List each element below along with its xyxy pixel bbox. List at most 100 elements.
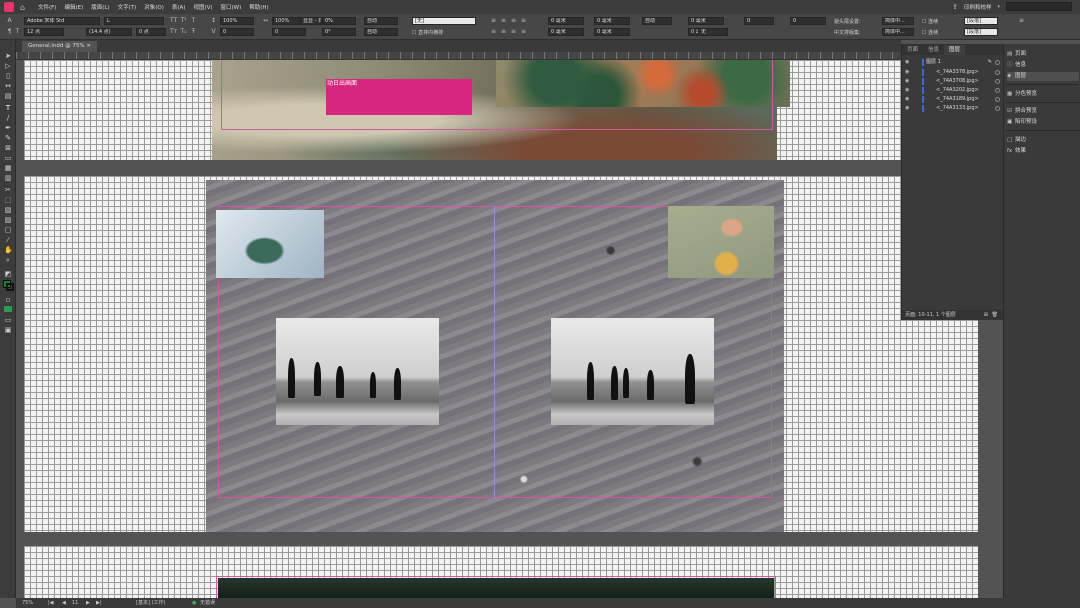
first-line-indent-field[interactable]: 0 毫米: [548, 28, 584, 36]
menu-view[interactable]: 视图(V): [193, 3, 212, 11]
last-line-indent-field[interactable]: 0 毫米: [594, 28, 630, 36]
content-collector-icon[interactable]: ▤: [4, 92, 12, 100]
paragraph-style-select-2[interactable]: [段落]: [964, 28, 998, 36]
grid-tool-icon[interactable]: ▦: [4, 164, 12, 172]
visibility-eye-icon[interactable]: ◉: [905, 58, 911, 67]
document-tab[interactable]: General.indd @ 75% ×: [22, 41, 97, 52]
page-number-field[interactable]: 11: [72, 598, 78, 608]
stock-search-input[interactable]: [1006, 2, 1072, 11]
frame-grid-tool-icon[interactable]: ▥: [4, 174, 12, 182]
note-tool-icon[interactable]: ▢: [4, 226, 12, 234]
character-mode-icon[interactable]: A: [6, 17, 13, 24]
kinsoku-select[interactable]: 简体中...: [882, 17, 914, 25]
kerning-field[interactable]: 0: [220, 28, 254, 36]
small-caps-icon[interactable]: Tᴛ: [170, 28, 177, 35]
stroke-swatch[interactable]: [6, 283, 14, 291]
menu-file[interactable]: 文件(F): [38, 3, 56, 11]
superscript-icon[interactable]: T¹: [180, 17, 187, 24]
gradient-feather-tool-icon[interactable]: ▨: [4, 216, 12, 224]
dock-item-effects[interactable]: fx 效果: [1007, 147, 1079, 156]
type-tool-icon[interactable]: T: [4, 104, 12, 112]
foot-photo[interactable]: [668, 206, 774, 278]
justify-last-icon[interactable]: ≡: [520, 28, 527, 35]
visibility-eye-icon[interactable]: ◉: [905, 77, 911, 86]
free-transform-tool-icon[interactable]: ⬚: [4, 196, 12, 204]
zoom-tool-icon[interactable]: ⌕: [4, 256, 12, 264]
normal-view-icon[interactable]: ▭: [4, 316, 12, 324]
indesign-logo-icon[interactable]: [4, 2, 14, 12]
visibility-eye-icon[interactable]: ◉: [905, 104, 911, 113]
menu-help[interactable]: 帮助(H): [249, 3, 268, 11]
aki-after-select[interactable]: 自动: [364, 28, 398, 36]
line-tool-icon[interactable]: /: [4, 114, 12, 122]
gradient-swatch-tool-icon[interactable]: ▧: [4, 206, 12, 214]
group-jump-photo-right[interactable]: [551, 318, 714, 425]
dock-item-pages[interactable]: ▤ 页面: [1007, 50, 1079, 59]
direct-selection-tool-icon[interactable]: ▷: [4, 62, 12, 70]
space-before-field[interactable]: 自动: [642, 17, 672, 25]
character-style-select[interactable]: [无]: [412, 17, 476, 25]
item-target-icon[interactable]: [995, 70, 1000, 75]
selected-text-frame[interactable]: 动日出画面: [326, 79, 472, 115]
formatting-affects-container-icon[interactable]: ▫: [4, 296, 12, 304]
left-indent-field[interactable]: 0 毫米: [548, 17, 584, 25]
layer-item-row[interactable]: ◉ <_74A3202.jpg>: [902, 86, 1004, 95]
eyedropper-tool-icon[interactable]: ⁄: [4, 236, 12, 244]
screen-mode-icon[interactable]: ▣: [4, 326, 12, 334]
dock-item-separations[interactable]: ▦ 分色预览: [1007, 90, 1079, 99]
pen-tool-icon[interactable]: ✒: [4, 124, 12, 132]
tab-pages[interactable]: 页面: [902, 45, 923, 55]
group-jump-photo-left[interactable]: [276, 318, 439, 425]
item-target-icon[interactable]: [995, 106, 1000, 111]
menu-table[interactable]: 表(A): [172, 3, 186, 11]
tate-chu-yoko-checkbox[interactable]: ☐ 直排内横排: [412, 29, 443, 36]
underline-icon[interactable]: T: [190, 17, 197, 24]
align-left-icon[interactable]: ≡: [490, 17, 497, 24]
preflight-status[interactable]: 无错误: [200, 598, 215, 608]
tab-layers[interactable]: 图层: [944, 45, 966, 55]
pencil-tool-icon[interactable]: ✎: [4, 134, 12, 142]
page-tool-icon[interactable]: ▯: [4, 72, 12, 80]
default-fill-stroke-icon[interactable]: ◩: [4, 270, 12, 278]
tab-info[interactable]: 信息: [923, 45, 944, 55]
all-caps-icon[interactable]: TT: [170, 17, 177, 24]
menu-object[interactable]: 对象(O): [144, 3, 164, 11]
first-page-icon[interactable]: |◀: [48, 598, 54, 608]
continuous-checkbox-1[interactable]: ☐ 连续: [922, 18, 938, 25]
dock-item-flattener[interactable]: ☑ 拼合预览: [1007, 107, 1079, 116]
skew-field[interactable]: 0°: [322, 28, 356, 36]
workspace-chevron-icon[interactable]: ▾: [997, 4, 1000, 10]
justify-icon[interactable]: ≡: [520, 17, 527, 24]
drop-cap-chars-field[interactable]: 0: [744, 17, 774, 25]
rectangle-frame-tool-icon[interactable]: ⊠: [4, 144, 12, 152]
gap-tool-icon[interactable]: ↔: [4, 82, 12, 90]
dock-item-info[interactable]: ⓘ 信息: [1007, 61, 1079, 70]
space-after-field[interactable]: 0 毫米: [688, 17, 724, 25]
rectangle-tool-icon[interactable]: ▭: [4, 154, 12, 162]
sandal-photo[interactable]: [216, 210, 324, 278]
item-target-icon[interactable]: [995, 79, 1000, 84]
align-towards-spine-icon[interactable]: ≡: [500, 28, 507, 35]
layer-target-icon[interactable]: [995, 60, 1000, 65]
continuous-checkbox-2[interactable]: ☐ 连续: [922, 29, 938, 36]
selection-tool-icon[interactable]: ➤: [4, 52, 12, 60]
drop-cap-lines-field[interactable]: 无: [698, 28, 728, 36]
item-target-icon[interactable]: [995, 97, 1000, 102]
strikethrough-icon[interactable]: Ŧ: [190, 28, 197, 35]
menu-type[interactable]: 文字(T): [118, 3, 137, 11]
share-icon[interactable]: ⇪: [952, 3, 958, 11]
font-style-select[interactable]: L: [104, 17, 164, 25]
align-center-icon[interactable]: ≡: [500, 17, 507, 24]
horizontal-ruler[interactable]: [16, 52, 901, 60]
dock-item-trap[interactable]: ▣ 陷印预设: [1007, 118, 1079, 127]
last-page-icon[interactable]: ▶|: [96, 598, 102, 608]
dock-item-stroke[interactable]: ▢ 描边: [1007, 136, 1079, 145]
baseline-grid-field[interactable]: 0: [790, 17, 826, 25]
apply-color-button[interactable]: [4, 306, 12, 312]
subscript-icon[interactable]: T₁: [180, 28, 187, 35]
align-away-spine-icon[interactable]: ≡: [510, 28, 517, 35]
vertical-scale-field[interactable]: 100%: [220, 17, 254, 25]
layer-item-row[interactable]: ◉ <_74A3189.jpg>: [902, 95, 1004, 104]
menu-edit[interactable]: 编辑(E): [64, 3, 83, 11]
align-right-icon[interactable]: ≡: [510, 17, 517, 24]
